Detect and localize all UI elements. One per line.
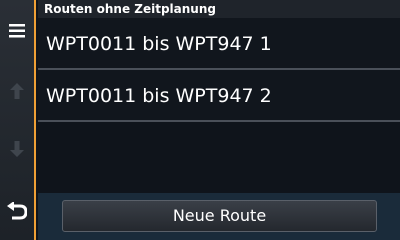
scroll-up-button[interactable]	[0, 80, 34, 102]
route-list-item[interactable]: WPT0011 bis WPT947 2	[38, 70, 400, 122]
route-list-item[interactable]: WPT0011 bis WPT947 1	[38, 18, 400, 70]
menu-button[interactable]	[0, 18, 34, 44]
sidebar	[0, 0, 36, 240]
arrow-down-icon	[10, 141, 24, 157]
back-arrow-icon	[7, 202, 27, 220]
back-button[interactable]	[0, 198, 34, 224]
arrow-up-icon	[10, 83, 24, 99]
new-route-button[interactable]: Neue Route	[62, 200, 377, 232]
hamburger-menu-icon	[9, 24, 25, 38]
page-title: Routen ohne Zeitplanung	[38, 0, 400, 18]
scroll-down-button[interactable]	[0, 138, 34, 160]
route-list: WPT0011 bis WPT947 1 WPT0011 bis WPT947 …	[38, 18, 400, 122]
